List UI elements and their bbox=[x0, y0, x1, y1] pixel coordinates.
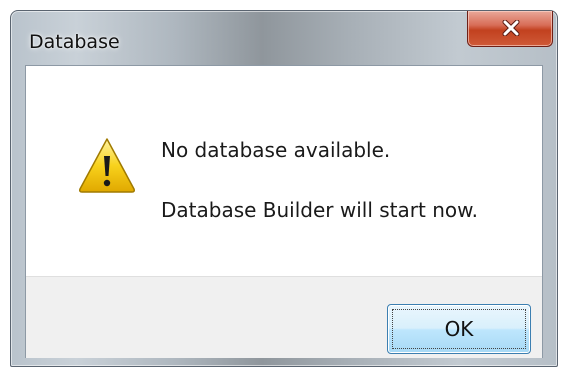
close-icon bbox=[502, 20, 520, 36]
close-button[interactable] bbox=[467, 11, 553, 47]
message-primary: No database available. bbox=[161, 138, 391, 162]
message-area: No database available. Database Builder … bbox=[26, 66, 542, 276]
button-bar: OK bbox=[26, 276, 542, 358]
message-secondary: Database Builder will start now. bbox=[161, 198, 478, 222]
ok-button-label: OK bbox=[444, 317, 474, 341]
title-bar[interactable]: Database bbox=[11, 11, 557, 65]
warning-icon bbox=[79, 138, 135, 193]
window-title: Database bbox=[29, 31, 120, 53]
dialog-client-area: No database available. Database Builder … bbox=[25, 65, 543, 358]
dialog-window: Database No database available. Database… bbox=[10, 10, 558, 367]
ok-button[interactable]: OK bbox=[387, 304, 531, 354]
